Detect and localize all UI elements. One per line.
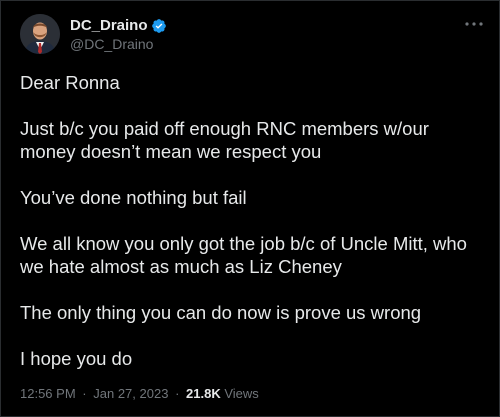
avatar[interactable] bbox=[20, 14, 60, 54]
author-display-name[interactable]: DC_Draino bbox=[70, 17, 148, 35]
tweet-text: Dear Ronna Just b/c you paid off enough … bbox=[20, 71, 485, 370]
views-label: Views bbox=[224, 386, 259, 401]
tweet-paragraph: You’ve done nothing but fail bbox=[20, 187, 247, 208]
tweet-paragraph: Dear Ronna bbox=[20, 72, 120, 93]
meta-separator: · bbox=[82, 386, 87, 401]
tweet-time[interactable]: 12:56 PM bbox=[20, 386, 76, 401]
author-handle[interactable]: @DC_Draino bbox=[70, 36, 153, 53]
tweet-paragraph: We all know you only got the job b/c of … bbox=[20, 233, 467, 277]
tweet-paragraph: The only thing you can do now is prove u… bbox=[20, 302, 422, 323]
views-count[interactable]: 21.8K bbox=[186, 386, 221, 401]
more-options-icon[interactable] bbox=[463, 15, 485, 33]
tweet-paragraph: Just b/c you paid off enough RNC members… bbox=[20, 118, 429, 162]
tweet-metadata: 12:56 PM · Jan 27, 2023 · 21.8K Views bbox=[20, 386, 259, 402]
meta-separator: · bbox=[175, 386, 180, 401]
tweet-paragraph: I hope you do bbox=[20, 348, 133, 369]
tweet-date[interactable]: Jan 27, 2023 bbox=[93, 386, 168, 401]
tweet-card: DC_Draino @DC_Draino Dear Ronna Just b/c… bbox=[0, 0, 500, 417]
verified-badge-icon bbox=[151, 18, 167, 34]
author-name-row[interactable]: DC_Draino bbox=[70, 17, 167, 35]
